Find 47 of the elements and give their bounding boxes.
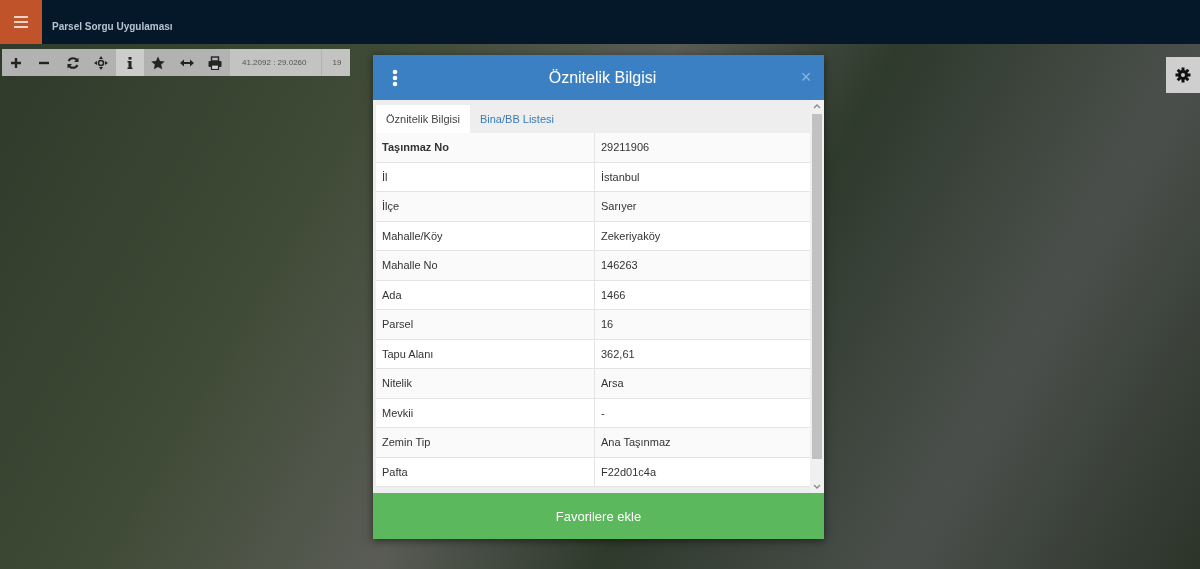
printer-icon <box>208 55 223 70</box>
field-label: Nitelik <box>376 369 595 398</box>
field-value: Zekeriyaköy <box>600 228 662 244</box>
crosshair-icon <box>94 55 109 70</box>
field-value: Ana Taşınmaz <box>600 435 672 451</box>
field-value: 362,61 <box>600 346 636 362</box>
field-label: İl <box>376 162 595 191</box>
star-icon <box>151 55 166 70</box>
field-label: Zemin Tip <box>376 428 595 457</box>
tab[interactable]: Bina/BB Listesi <box>469 105 564 133</box>
zoom-level: 19 <box>331 57 343 69</box>
zoom-in-tool[interactable] <box>2 49 31 76</box>
field-label: Taşınmaz No <box>376 133 595 162</box>
menu-button[interactable] <box>0 0 42 44</box>
field-value: 1466 <box>600 287 627 303</box>
app-subtitle: Parsel Sorgu Uygulaması <box>52 21 173 32</box>
locate-tool[interactable] <box>87 49 116 76</box>
field-value: F22d01c4a <box>600 464 658 480</box>
field-value: İstanbul <box>600 169 641 185</box>
refresh-icon <box>65 55 80 70</box>
field-value: Arsa <box>600 376 625 392</box>
favorite-tool[interactable] <box>144 49 173 76</box>
field-label: Mahalle No <box>376 251 595 280</box>
field-label: Tapu Alanı <box>376 339 595 368</box>
field-value: Sarıyer <box>600 199 638 215</box>
coordinates-text: 41.2092 : 29.0260 <box>230 49 322 76</box>
settings-button[interactable] <box>1166 57 1200 93</box>
field-label: Mahalle/Köy <box>376 221 595 250</box>
dialog-title: Öznitelik Bilgisi <box>547 68 658 87</box>
field-label: Pafta <box>376 457 595 486</box>
plus-icon <box>8 55 23 70</box>
field-label: İlçe <box>376 192 595 221</box>
tab[interactable]: Öznitelik Bilgisi <box>376 105 470 133</box>
field-label: Mevkii <box>376 398 595 427</box>
field-value: 29211906 <box>600 140 651 156</box>
field-label: Parsel <box>376 310 595 339</box>
satellite-map[interactable] <box>0 44 1200 569</box>
menu-icon <box>14 16 28 28</box>
more-icon <box>392 68 398 87</box>
field-value: 16 <box>600 317 615 333</box>
field-value: - <box>600 405 606 421</box>
field-label: Ada <box>376 280 595 309</box>
settings-icon <box>1175 67 1191 83</box>
field-value: 146263 <box>600 258 639 274</box>
print-tool[interactable] <box>201 49 230 76</box>
info-tool[interactable] <box>116 49 145 76</box>
add-to-favorites-button[interactable]: Favorilere ekle <box>373 493 824 539</box>
